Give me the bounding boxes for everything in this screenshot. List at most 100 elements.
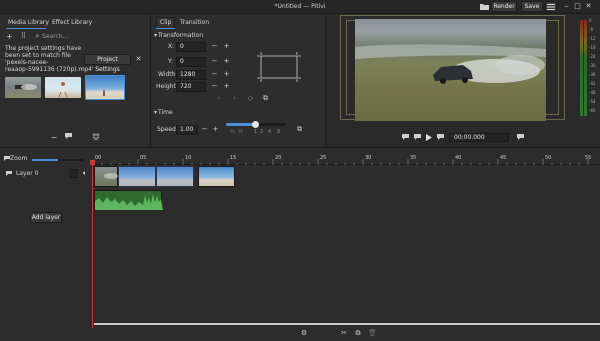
time-heading: Time xyxy=(158,109,173,116)
tab-transition[interactable]: Transition xyxy=(180,18,209,28)
width-label: Width: xyxy=(158,71,178,78)
step-back-icon[interactable] xyxy=(413,134,421,142)
meter-label-0: 0 xyxy=(589,18,592,23)
meter-bar-left xyxy=(580,20,583,116)
tick-quarter: ¼ xyxy=(230,129,235,135)
ruler-label-50: 50 xyxy=(545,155,552,161)
meter-label-42: -42 xyxy=(589,81,596,86)
keyframe-toggle-icon[interactable]: ◇ xyxy=(247,95,254,102)
speed-slider-fill xyxy=(226,123,254,126)
grid-icon[interactable]: ⠿ xyxy=(20,33,27,40)
speed-field[interactable]: 1.00 xyxy=(176,125,198,135)
timecode-display[interactable]: 00:00.000 xyxy=(449,133,509,142)
play-icon[interactable] xyxy=(425,134,433,143)
y-plus-icon[interactable]: + xyxy=(223,58,230,65)
speed-plus-icon[interactable]: + xyxy=(212,126,219,133)
ruler-label-55: 55 xyxy=(585,155,592,161)
layer-name-field[interactable] xyxy=(70,169,78,178)
layer-label: Layer 0 xyxy=(16,170,39,177)
ruler-label-05: 05 xyxy=(140,155,147,161)
y-minus-icon[interactable]: − xyxy=(211,58,218,65)
prev-keyframe-icon[interactable]: ‹ xyxy=(215,95,222,102)
tab-media-library[interactable]: Media Library xyxy=(8,18,49,28)
maximize-icon[interactable]: □ xyxy=(574,3,581,10)
tab-effect-library[interactable]: Effect Library xyxy=(52,18,92,28)
meter-scale: 0 -6 -12 -18 -24 -30 -36 -42 -48 -54 -60 xyxy=(589,18,600,118)
timeline-ruler[interactable] xyxy=(93,152,600,165)
minimize-icon[interactable]: ‒ xyxy=(563,3,570,10)
zoom-icon xyxy=(3,156,10,163)
zoom-label: Zoom xyxy=(10,155,28,162)
height-label: Height: xyxy=(156,83,178,90)
height-minus-icon[interactable]: − xyxy=(211,83,218,90)
x-minus-icon[interactable]: − xyxy=(211,43,218,50)
ruler-label-30: 30 xyxy=(365,155,372,161)
split-icon[interactable]: ✂ xyxy=(340,330,348,337)
meter-label-60: -60 xyxy=(589,108,596,113)
height-field[interactable]: 720 xyxy=(176,82,206,92)
settings-gear-icon[interactable]: ⚙ xyxy=(300,330,308,337)
speed-slider-knob[interactable] xyxy=(252,121,259,128)
video-clip-car[interactable] xyxy=(94,166,118,187)
meter-label-6: -6 xyxy=(589,27,593,32)
clip-properties-icon[interactable] xyxy=(64,133,72,141)
next-keyframe-icon[interactable]: › xyxy=(231,95,238,102)
add-layer-button[interactable]: Add layer xyxy=(30,212,62,223)
width-plus-icon[interactable]: + xyxy=(223,71,230,78)
tab-active-indicator xyxy=(6,28,46,29)
search-input[interactable]: Search... xyxy=(42,33,142,41)
add-icon[interactable]: + xyxy=(6,33,13,41)
close-icon[interactable]: ✕ xyxy=(585,3,592,10)
render-button[interactable]: Render xyxy=(491,1,517,12)
delete-icon[interactable]: 🗑︎ xyxy=(368,330,377,337)
timeline-area xyxy=(0,148,600,341)
clip-selection-overlay xyxy=(118,166,194,187)
width-minus-icon[interactable]: − xyxy=(211,71,218,78)
tab-clip[interactable]: Clip xyxy=(160,18,171,28)
media-thumbnail-beach[interactable] xyxy=(85,75,125,100)
meter-label-48: -48 xyxy=(589,90,596,95)
y-field[interactable]: 0 xyxy=(176,57,206,67)
dismiss-icon[interactable]: ✕ xyxy=(135,56,142,63)
save-button[interactable]: Save xyxy=(521,1,543,12)
ruler-label-00: 00 xyxy=(95,155,102,161)
height-plus-icon[interactable]: + xyxy=(223,83,230,90)
fullscreen-icon[interactable] xyxy=(516,134,524,142)
plugin-icon[interactable] xyxy=(92,133,100,142)
media-thumbnail-car[interactable] xyxy=(5,77,41,98)
layer-icon xyxy=(5,171,12,178)
x-field[interactable]: 0 xyxy=(176,42,206,52)
playhead[interactable] xyxy=(92,160,93,328)
timeline-bottom-bar xyxy=(94,323,600,325)
remove-icon[interactable]: − xyxy=(50,134,58,142)
reset-transform-icon[interactable]: ⧉ xyxy=(262,95,269,102)
y-label: Y: xyxy=(168,58,173,65)
menu-button[interactable] xyxy=(545,1,557,12)
meter-label-12: -12 xyxy=(589,36,596,41)
go-start-icon[interactable] xyxy=(401,134,409,142)
zoom-slider[interactable] xyxy=(32,159,84,161)
video-clip-beach-3[interactable] xyxy=(198,166,235,187)
group-icon[interactable]: ⧉ xyxy=(354,330,362,337)
meter-label-24: -24 xyxy=(589,54,596,59)
time-expander[interactable]: ▾ xyxy=(154,109,157,117)
tick-half: ½ xyxy=(238,129,243,135)
speed-minus-icon[interactable]: − xyxy=(201,126,208,133)
viewer-frame xyxy=(355,19,546,121)
speaker-icon[interactable]: 🔈︎ xyxy=(81,170,89,177)
speed-ticks: ¼ ½ 1 2 4 8 xyxy=(228,129,286,135)
step-forward-icon[interactable] xyxy=(436,134,444,142)
position-preview[interactable] xyxy=(257,52,301,82)
media-thumbnail-dancer[interactable] xyxy=(45,77,81,98)
playhead-handle[interactable] xyxy=(90,160,95,165)
tick-two: 2 xyxy=(260,129,264,135)
project-settings-button[interactable]: Project Settings xyxy=(84,54,131,73)
ruler-label-25: 25 xyxy=(320,155,327,161)
folder-icon[interactable] xyxy=(480,3,489,10)
audio-clip[interactable] xyxy=(94,190,163,210)
x-plus-icon[interactable]: + xyxy=(223,43,230,50)
transformation-expander[interactable]: ▾ xyxy=(154,32,157,40)
x-label: X: xyxy=(168,43,175,50)
reset-speed-icon[interactable]: ⧉ xyxy=(296,126,303,133)
width-field[interactable]: 1280 xyxy=(176,70,206,80)
